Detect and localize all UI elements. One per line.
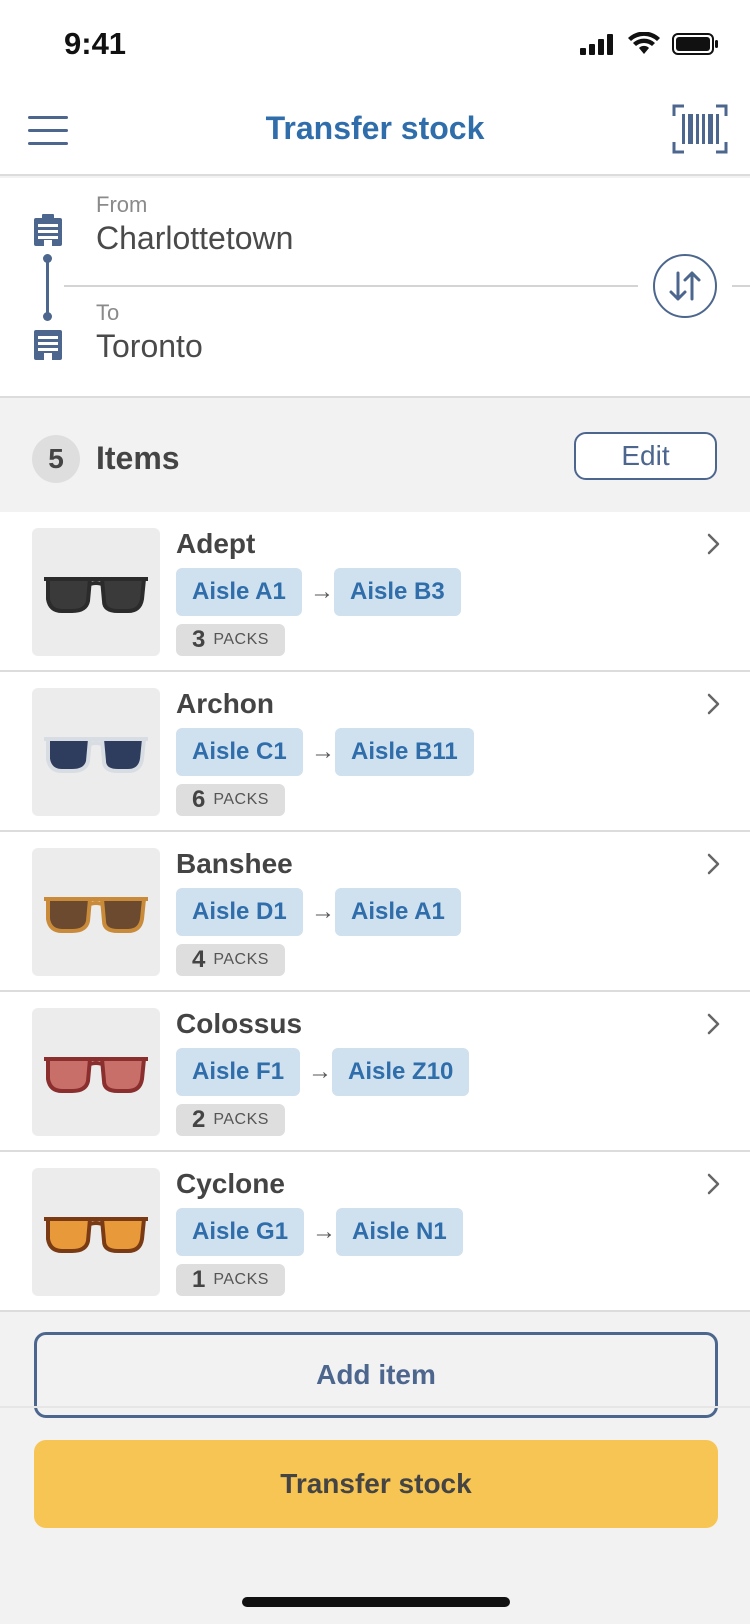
- chevron-right-icon: [707, 533, 720, 555]
- packs-badge: 6 PACKS: [176, 784, 285, 816]
- list-item[interactable]: Archon Aisle C1 → Aisle B11 6 PACKS: [0, 672, 750, 832]
- packs-count: 3: [192, 626, 206, 653]
- edit-button[interactable]: Edit: [574, 432, 717, 480]
- packs-label: PACKS: [213, 1111, 269, 1128]
- scan-barcode-button[interactable]: [672, 104, 728, 154]
- packs-count: 4: [192, 946, 206, 973]
- transfer-route: From Charlottetown To Toronto: [0, 178, 750, 398]
- from-aisle-chip: Aisle F1: [176, 1048, 301, 1096]
- list-item[interactable]: Cyclone Aisle G1 → Aisle N1 1 PACKS: [0, 1152, 750, 1312]
- arrow-right-icon: →: [308, 1058, 332, 1085]
- nav-bar: Transfer stock: [0, 88, 750, 176]
- sunglasses-icon: [44, 1057, 148, 1093]
- home-indicator: [242, 1597, 510, 1607]
- items-title: Items: [96, 440, 180, 476]
- packs-label: PACKS: [213, 1271, 269, 1288]
- route-dot-bottom: [43, 312, 52, 321]
- transfer-stock-button[interactable]: Transfer stock: [34, 1440, 718, 1528]
- status-icons: [580, 32, 720, 56]
- sunglasses-icon: [44, 1217, 148, 1253]
- packs-count: 2: [192, 1106, 206, 1133]
- barcode-scanner-icon: [672, 104, 728, 154]
- warehouse-icon: [34, 330, 62, 360]
- product-thumbnail: [32, 1168, 160, 1296]
- from-label: From: [96, 192, 148, 217]
- chevron-right-icon: [707, 1173, 720, 1195]
- arrow-right-icon: →: [312, 1218, 336, 1245]
- status-time: 9:41: [64, 26, 127, 61]
- sunglasses-icon: [44, 577, 148, 613]
- footer-divider: [0, 1406, 750, 1408]
- packs-badge: 4 PACKS: [176, 944, 285, 976]
- product-thumbnail: [32, 848, 160, 976]
- from-aisle-chip: Aisle A1: [176, 568, 302, 616]
- product-name: Banshee: [176, 848, 293, 879]
- packs-label: PACKS: [213, 791, 269, 808]
- packs-label: PACKS: [213, 951, 269, 968]
- status-bar: 9:41: [0, 0, 750, 88]
- to-aisle-chip: Aisle N1: [336, 1208, 463, 1256]
- sunglasses-icon: [44, 737, 148, 773]
- product-thumbnail: [32, 688, 160, 816]
- chevron-right-icon: [707, 693, 720, 715]
- to-aisle-chip: Aisle B3: [334, 568, 461, 616]
- list-item[interactable]: Banshee Aisle D1 → Aisle A1 4 PACKS: [0, 832, 750, 992]
- packs-badge: 2 PACKS: [176, 1104, 285, 1136]
- items-header: 5 Items Edit: [0, 400, 750, 512]
- list-item[interactable]: Colossus Aisle F1 → Aisle Z10 2 PACKS: [0, 992, 750, 1152]
- route-connector: [46, 258, 49, 316]
- wifi-icon: [628, 32, 660, 54]
- chevron-right-icon: [707, 853, 720, 875]
- sunglasses-icon: [44, 897, 148, 933]
- product-thumbnail: [32, 1008, 160, 1136]
- product-name: Archon: [176, 688, 274, 719]
- to-aisle-chip: Aisle B11: [335, 728, 474, 776]
- cellular-signal-icon: [580, 34, 613, 55]
- item-list: Adept Aisle A1 → Aisle B3 3 PACKS Archon: [0, 512, 750, 1312]
- to-label: To: [96, 300, 120, 325]
- battery-icon: [672, 33, 718, 55]
- page-title: Transfer stock: [265, 110, 485, 146]
- list-item[interactable]: Adept Aisle A1 → Aisle B3 3 PACKS: [0, 512, 750, 672]
- chevron-right-icon: [707, 1013, 720, 1035]
- arrow-right-icon: →: [310, 578, 334, 605]
- swap-vertical-icon: [669, 271, 701, 301]
- from-aisle-chip: Aisle C1: [176, 728, 303, 776]
- packs-count: 6: [192, 786, 206, 813]
- from-aisle-chip: Aisle D1: [176, 888, 303, 936]
- product-thumbnail: [32, 528, 160, 656]
- to-aisle-chip: Aisle Z10: [332, 1048, 470, 1096]
- route-divider: [64, 285, 638, 287]
- packs-label: PACKS: [213, 631, 269, 648]
- to-aisle-chip: Aisle A1: [335, 888, 461, 936]
- arrow-right-icon: →: [311, 898, 335, 925]
- packs-badge: 1 PACKS: [176, 1264, 285, 1296]
- packs-count: 1: [192, 1266, 206, 1293]
- product-name: Adept: [176, 528, 256, 559]
- product-name: Colossus: [176, 1008, 303, 1039]
- arrow-right-icon: →: [311, 738, 335, 765]
- items-count-badge: 5: [32, 435, 80, 483]
- store-icon: [34, 214, 62, 246]
- to-location[interactable]: Toronto: [96, 328, 203, 365]
- packs-badge: 3 PACKS: [176, 624, 285, 656]
- from-aisle-chip: Aisle G1: [176, 1208, 305, 1256]
- product-name: Cyclone: [176, 1168, 285, 1199]
- route-divider-end: [732, 285, 750, 287]
- swap-locations-button[interactable]: [653, 254, 717, 318]
- from-location[interactable]: Charlottetown: [96, 220, 293, 257]
